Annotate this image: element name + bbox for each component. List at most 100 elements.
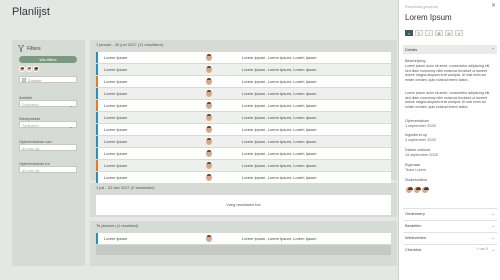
- row-title: Lorem Ipsum: [104, 67, 128, 72]
- status-bar: [96, 124, 98, 135]
- row-description: Lorem Ipsum, Lorem Ipsum, Lorem Ipsum: [242, 115, 317, 120]
- row-description: Lorem Ipsum, Lorem Ipsum, Lorem Ipsum: [242, 79, 317, 84]
- section-period-1: 1 januari - 30 juni 2027 (11 resultaten)…: [90, 40, 397, 183]
- avatar: [206, 174, 212, 181]
- row-description: Lorem Ipsum, Lorem Ipsum, Lorem Ipsum: [242, 55, 317, 60]
- field-value: Team Lorem: [405, 168, 427, 172]
- table-row[interactable]: Lorem Ipsum Lorem Ipsum, Lorem Ipsum, Lor…: [96, 112, 391, 123]
- field-label: Eigenaar: [405, 163, 421, 167]
- description-text: Lorem ipsum dolor sit amet, consectetur …: [405, 64, 491, 82]
- date-from-field[interactable]: dd-mm-jjjj: [19, 144, 77, 151]
- row-title: Lorem Ipsum: [104, 103, 128, 108]
- row-title: Lorem Ipsum: [104, 139, 128, 144]
- section-header: 1 juli - 31 dec 2027 (0 resultaten): [96, 185, 155, 190]
- row-description: Lorem Ipsum, Lorem Ipsum, Lorem Ipsum: [242, 175, 317, 180]
- table-row[interactable]: Lorem Ipsum Lorem Ipsum, Lorem Ipsum, Lor…: [96, 64, 391, 75]
- tab-share[interactable]: ↗: [455, 30, 463, 36]
- table-row[interactable]: Lorem Ipsum Lorem Ipsum, Lorem Ipsum, Lor…: [96, 52, 391, 63]
- chevron-up-icon: ⌃: [491, 47, 495, 52]
- row-title: Lorem Ipsum: [104, 127, 128, 132]
- table-row[interactable]: Lorem Ipsum Lorem Ipsum, Lorem Ipsum, Lor…: [96, 233, 391, 244]
- section-to-plan: Te plannen (1 resultaat) Lorem Ipsum Lore…: [90, 221, 397, 266]
- tab-details[interactable]: ≡: [405, 30, 413, 36]
- avatar: [206, 126, 212, 133]
- tab-progress[interactable]: ◔: [425, 30, 433, 36]
- add-results-button[interactable]: Voeg resultaten toe: [96, 195, 391, 215]
- row-title: Lorem Ipsum: [104, 175, 128, 180]
- avatar: [206, 150, 212, 157]
- avatar: [206, 66, 212, 73]
- avatar: [206, 78, 212, 85]
- stakeholders-label: Stakeholders: [405, 178, 428, 182]
- table-row[interactable]: Lorem Ipsum Lorem Ipsum, Lorem Ipsum, Lor…: [96, 100, 391, 111]
- werkpakket-select[interactable]: Selecteer ⌄: [19, 121, 77, 129]
- detail-panel: Resultaat gewenst ✕ Lorem Ipsum ≡ ✎ ◔ ⊞ …: [398, 0, 500, 280]
- table-row[interactable]: Lorem Ipsum Lorem Ipsum, Lorem Ipsum, Lor…: [96, 172, 391, 183]
- chevron-down-icon: ⌄: [491, 223, 495, 228]
- table-row[interactable]: Lorem Ipsum Lorem Ipsum, Lorem Ipsum, Lor…: [96, 160, 391, 171]
- row-description: Lorem Ipsum, Lorem Ipsum, Lorem Ipsum: [242, 163, 317, 168]
- table-row[interactable]: Lorem Ipsum Lorem Ipsum, Lorem Ipsum, Lor…: [96, 136, 391, 147]
- tab-messages[interactable]: ✉: [445, 30, 453, 36]
- status-bar: [96, 160, 98, 171]
- avatar[interactable]: [405, 186, 413, 194]
- avatar: [206, 114, 212, 121]
- section-period-2: 1 juli - 31 dec 2027 (0 resultaten) Voeg…: [90, 183, 397, 217]
- table-row[interactable]: Lorem Ipsum Lorem Ipsum, Lorem Ipsum, Lor…: [96, 124, 391, 135]
- tab-edit[interactable]: ✎: [415, 30, 423, 36]
- tab-grid[interactable]: ⊞: [435, 30, 443, 36]
- collapsible-bestellen[interactable]: Bestellen ⌄: [403, 220, 497, 229]
- row-description: Lorem Ipsum, Lorem Ipsum, Lorem Ipsum: [242, 91, 317, 96]
- checklist-count: 1 van 5: [476, 247, 488, 251]
- section-header: Te plannen (1 resultaat): [96, 223, 139, 228]
- avatar[interactable]: [26, 66, 32, 72]
- avatar[interactable]: [19, 66, 25, 72]
- collapsible-werkvelden[interactable]: Werkvelden ⌄: [403, 232, 497, 241]
- row-title: Lorem Ipsum: [104, 163, 128, 168]
- field-value: 4 september 2028: [405, 138, 436, 142]
- row-description: Lorem Ipsum, Lorem Ipsum, Lorem Ipsum: [242, 67, 317, 72]
- row-description: Lorem Ipsum, Lorem Ipsum, Lorem Ipsum: [242, 236, 317, 241]
- avatar[interactable]: [33, 66, 39, 72]
- avatar[interactable]: [413, 186, 421, 194]
- table-row[interactable]: Lorem Ipsum Lorem Ipsum, Lorem Ipsum, Lor…: [96, 76, 391, 87]
- close-icon[interactable]: ✕: [491, 2, 496, 9]
- avatar: [206, 235, 212, 242]
- clear-filters-button[interactable]: Wis filters: [19, 56, 77, 63]
- status-bar: [96, 136, 98, 147]
- avatar: [206, 54, 212, 61]
- row-description: Lorem Ipsum, Lorem Ipsum, Lorem Ipsum: [242, 139, 317, 144]
- filters-header: Filters: [18, 45, 41, 52]
- field-label: Datum voltooid: [405, 148, 431, 152]
- chevron-down-icon: ⌄: [491, 235, 495, 240]
- table-row[interactable]: Lorem Ipsum Lorem Ipsum, Lorem Ipsum, Lor…: [96, 148, 391, 159]
- status-bar: [96, 172, 98, 183]
- breadcrumb: Resultaat gewenst: [405, 4, 438, 9]
- results-list: Lorem Ipsum Lorem Ipsum, Lorem Ipsum, Lor…: [96, 233, 391, 245]
- row-title: Lorem Ipsum: [104, 151, 128, 156]
- status-bar: [96, 233, 98, 244]
- field-value: 15 september 2028: [405, 153, 438, 157]
- row-title: Lorem Ipsum: [104, 79, 128, 84]
- results-list: Lorem Ipsum Lorem Ipsum, Lorem Ipsum, Lor…: [96, 52, 391, 184]
- status-bar: [96, 148, 98, 159]
- chevron-down-icon: ⌄: [69, 103, 73, 108]
- collapsible-checklist[interactable]: Checklist 1 van 5 ⌄: [403, 244, 497, 253]
- details-section-header[interactable]: Details ⌃: [403, 45, 497, 54]
- avatar: [206, 138, 212, 145]
- avatar[interactable]: [421, 186, 429, 194]
- table-row[interactable]: Lorem Ipsum Lorem Ipsum, Lorem Ipsum, Lor…: [96, 88, 391, 99]
- filters-panel: Filters Wis filters Zoeken Ambitie Selec…: [12, 40, 85, 266]
- collapsible-onderwerp[interactable]: Onderwerp ⌄: [403, 208, 497, 217]
- date-to-field[interactable]: dd-mm-jjjj: [19, 166, 77, 173]
- row-title: Lorem Ipsum: [104, 91, 128, 96]
- chevron-down-icon: ⌄: [491, 211, 495, 216]
- description-label: Beschrijving: [405, 59, 426, 63]
- row-title: Lorem Ipsum: [104, 115, 128, 120]
- search-input[interactable]: Zoeken: [19, 76, 77, 83]
- ambitie-select[interactable]: Selecteer ⌄: [19, 100, 77, 108]
- row-title: Lorem Ipsum: [104, 236, 128, 241]
- page-title: Planlijst: [12, 6, 50, 18]
- row-description: Lorem Ipsum, Lorem Ipsum, Lorem Ipsum: [242, 103, 317, 108]
- avatar: [206, 90, 212, 97]
